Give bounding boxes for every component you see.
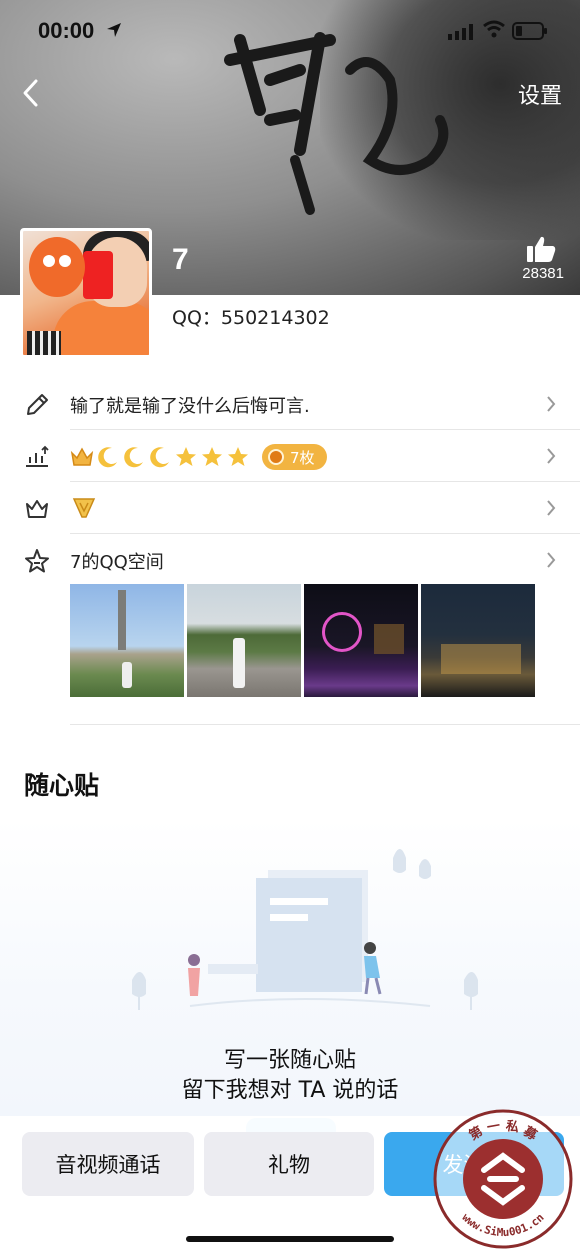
crown-outline-icon: [26, 500, 48, 518]
avatar[interactable]: [20, 228, 152, 358]
empty-state-line-2: 留下我想对 TA 说的话: [181, 1078, 399, 1103]
star-outline-icon: [25, 549, 49, 573]
moon-icon: [124, 447, 143, 468]
back-chevron-icon[interactable]: [20, 78, 44, 108]
qzone-row[interactable]: 7的QQ空间: [0, 534, 580, 586]
moon-icon: [150, 447, 169, 468]
qzone-title: 7的QQ空间: [70, 552, 164, 573]
status-time: 00:00: [38, 18, 95, 43]
qq-number: QQ：550214302: [172, 307, 330, 329]
medal-icon: [268, 449, 284, 465]
vip-row[interactable]: [0, 482, 580, 534]
badge-count: 7枚: [290, 448, 315, 467]
av-call-button[interactable]: 音视频通话: [22, 1132, 194, 1196]
crown-icon: [70, 447, 94, 466]
moon-icon: [98, 447, 117, 468]
home-indicator: [186, 1236, 394, 1242]
star-icon: [202, 447, 222, 466]
vip-diamond-icon: [72, 498, 96, 518]
star-icon: [228, 447, 248, 466]
empty-state-line-1: 写一张随心贴: [223, 1048, 356, 1073]
signature-text: 输了就是输了没什么后悔可言.: [70, 396, 310, 417]
signature-row[interactable]: 输了就是输了没什么后悔可言.: [0, 378, 580, 430]
settings-button[interactable]: 设置: [518, 78, 562, 110]
level-row[interactable]: 7枚: [0, 430, 580, 482]
battery-icon: [512, 22, 547, 40]
qzone-photo[interactable]: [187, 584, 301, 697]
cellular-signal-icon: [448, 24, 473, 40]
badge-count-pill: 7枚: [262, 444, 327, 470]
pencil-icon: [27, 394, 48, 415]
qzone-photo[interactable]: [70, 584, 184, 697]
level-badges: 7枚: [70, 444, 327, 470]
empty-state-illustration: [132, 849, 478, 1010]
status-bar: 00:00: [0, 0, 580, 64]
level-up-icon: [26, 445, 49, 467]
chevron-right-icon: [547, 552, 556, 568]
wifi-icon: [483, 20, 505, 38]
chevron-right-icon: [547, 500, 556, 516]
watermark-seal: 第 一 私 募 www.SiMu001.cn: [433, 1109, 573, 1249]
qzone-photo[interactable]: [304, 584, 418, 697]
like-count: 28381: [522, 265, 564, 282]
qzone-photo[interactable]: [421, 584, 535, 697]
nickname: 7: [172, 243, 189, 276]
qzone-photos: [70, 584, 535, 697]
location-arrow-icon: [107, 23, 121, 37]
cartoon-sticker: [29, 237, 85, 297]
sticky-notes-title: 随心贴: [24, 771, 100, 800]
gift-button[interactable]: 礼物: [204, 1132, 374, 1196]
thumbs-up-icon[interactable]: [526, 235, 556, 263]
chevron-right-icon: [547, 396, 556, 412]
chevron-right-icon: [547, 448, 556, 464]
star-icon: [176, 447, 196, 466]
